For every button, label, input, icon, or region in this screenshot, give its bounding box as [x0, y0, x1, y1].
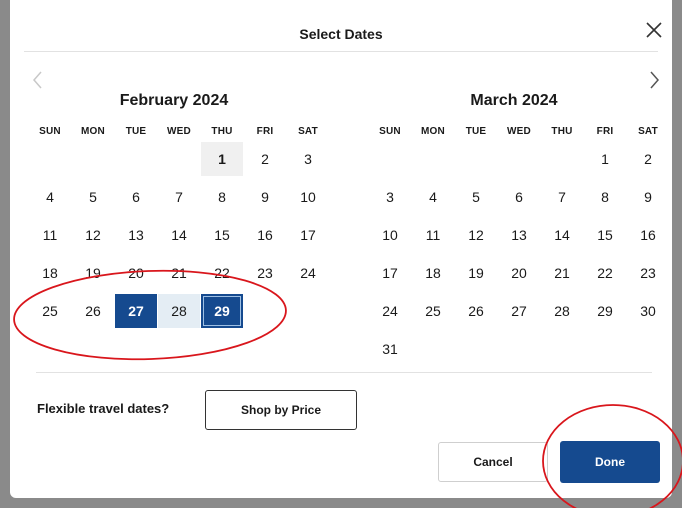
- day-cell[interactable]: 26: [455, 294, 497, 328]
- month-title: March 2024: [470, 92, 558, 109]
- day-cell[interactable]: 21: [158, 256, 200, 290]
- day-cell[interactable]: 24: [369, 294, 411, 328]
- day-cell[interactable]: 16: [627, 218, 669, 252]
- day-cell[interactable]: 12: [72, 218, 114, 252]
- day-cell[interactable]: 9: [244, 180, 286, 214]
- day-cell[interactable]: 9: [627, 180, 669, 214]
- day-cell[interactable]: 25: [29, 294, 71, 328]
- day-cell[interactable]: 10: [369, 218, 411, 252]
- day-cell[interactable]: 23: [244, 256, 286, 290]
- cancel-button[interactable]: Cancel: [438, 442, 548, 482]
- weekday-header: WED: [507, 126, 531, 137]
- weekday-header: FRI: [256, 126, 274, 137]
- day-cell[interactable]: 27: [115, 294, 157, 328]
- dialog-title: Select Dates: [299, 26, 383, 42]
- flexible-dates-label: Flexible travel dates?: [37, 401, 170, 416]
- day-cell[interactable]: 3: [369, 180, 411, 214]
- day-cell[interactable]: 7: [541, 180, 583, 214]
- day-cell[interactable]: 1: [584, 142, 626, 176]
- weekday-header: MON: [421, 126, 445, 137]
- day-cell[interactable]: 8: [584, 180, 626, 214]
- day-cell[interactable]: 22: [201, 256, 243, 290]
- day-cell[interactable]: 13: [498, 218, 540, 252]
- day-cell[interactable]: 14: [158, 218, 200, 252]
- day-cell[interactable]: 25: [412, 294, 454, 328]
- day-cell[interactable]: 13: [115, 218, 157, 252]
- weekday-header: THU: [211, 126, 233, 137]
- day-cell[interactable]: 20: [498, 256, 540, 290]
- month-title: February 2024: [119, 92, 229, 109]
- day-cell[interactable]: 14: [541, 218, 583, 252]
- done-button[interactable]: Done: [560, 441, 660, 483]
- day-cell[interactable]: 19: [72, 256, 114, 290]
- day-cell[interactable]: 22: [584, 256, 626, 290]
- day-cell[interactable]: 17: [369, 256, 411, 290]
- day-cell[interactable]: 3: [287, 142, 329, 176]
- weekday-header: SUN: [39, 126, 61, 137]
- day-cell[interactable]: 15: [201, 218, 243, 252]
- day-cell[interactable]: 2: [627, 142, 669, 176]
- day-cell[interactable]: 31: [369, 332, 411, 366]
- day-cell[interactable]: 11: [412, 218, 454, 252]
- day-cell[interactable]: 29: [584, 294, 626, 328]
- close-icon[interactable]: [642, 18, 666, 42]
- day-cell[interactable]: 6: [115, 180, 157, 214]
- day-cell[interactable]: 27: [498, 294, 540, 328]
- day-cell[interactable]: 18: [412, 256, 454, 290]
- day-cell[interactable]: 5: [72, 180, 114, 214]
- shop-by-price-button[interactable]: Shop by Price: [205, 390, 357, 430]
- weekday-header: SUN: [379, 126, 401, 137]
- day-cell[interactable]: 30: [627, 294, 669, 328]
- day-cell[interactable]: 24: [287, 256, 329, 290]
- chevron-left-icon[interactable]: [28, 66, 48, 94]
- day-cell[interactable]: 20: [115, 256, 157, 290]
- day-cell[interactable]: 28: [541, 294, 583, 328]
- chevron-right-icon[interactable]: [644, 66, 664, 94]
- weekday-header: TUE: [125, 126, 147, 137]
- day-cell[interactable]: 5: [455, 180, 497, 214]
- weekday-header: SAT: [298, 126, 318, 137]
- header-divider: [24, 51, 658, 52]
- day-cell[interactable]: 2: [244, 142, 286, 176]
- weekday-header: TUE: [465, 126, 487, 137]
- day-cell[interactable]: 17: [287, 218, 329, 252]
- weekday-header: MON: [81, 126, 105, 137]
- weekday-header: THU: [551, 126, 573, 137]
- day-cell[interactable]: 28: [158, 294, 200, 328]
- day-cell[interactable]: 4: [412, 180, 454, 214]
- day-cell[interactable]: 12: [455, 218, 497, 252]
- day-cell[interactable]: 29: [201, 294, 243, 328]
- day-cell[interactable]: 19: [455, 256, 497, 290]
- day-cell[interactable]: 21: [541, 256, 583, 290]
- day-cell[interactable]: 16: [244, 218, 286, 252]
- day-cell[interactable]: 10: [287, 180, 329, 214]
- day-cell[interactable]: 23: [627, 256, 669, 290]
- day-cell[interactable]: 15: [584, 218, 626, 252]
- day-cell[interactable]: 18: [29, 256, 71, 290]
- day-cell[interactable]: 26: [72, 294, 114, 328]
- day-cell[interactable]: 11: [29, 218, 71, 252]
- day-cell[interactable]: 8: [201, 180, 243, 214]
- day-cell[interactable]: 4: [29, 180, 71, 214]
- day-cell[interactable]: 6: [498, 180, 540, 214]
- select-dates-dialog: Select Dates February 2024 SUN MON TUE WED TH…: [10, 0, 672, 498]
- weekday-header: WED: [167, 126, 191, 137]
- weekday-header: SAT: [638, 126, 658, 137]
- weekday-header: FRI: [596, 126, 614, 137]
- day-cell[interactable]: 1: [201, 142, 243, 176]
- day-cell[interactable]: 7: [158, 180, 200, 214]
- footer-divider: [36, 372, 652, 373]
